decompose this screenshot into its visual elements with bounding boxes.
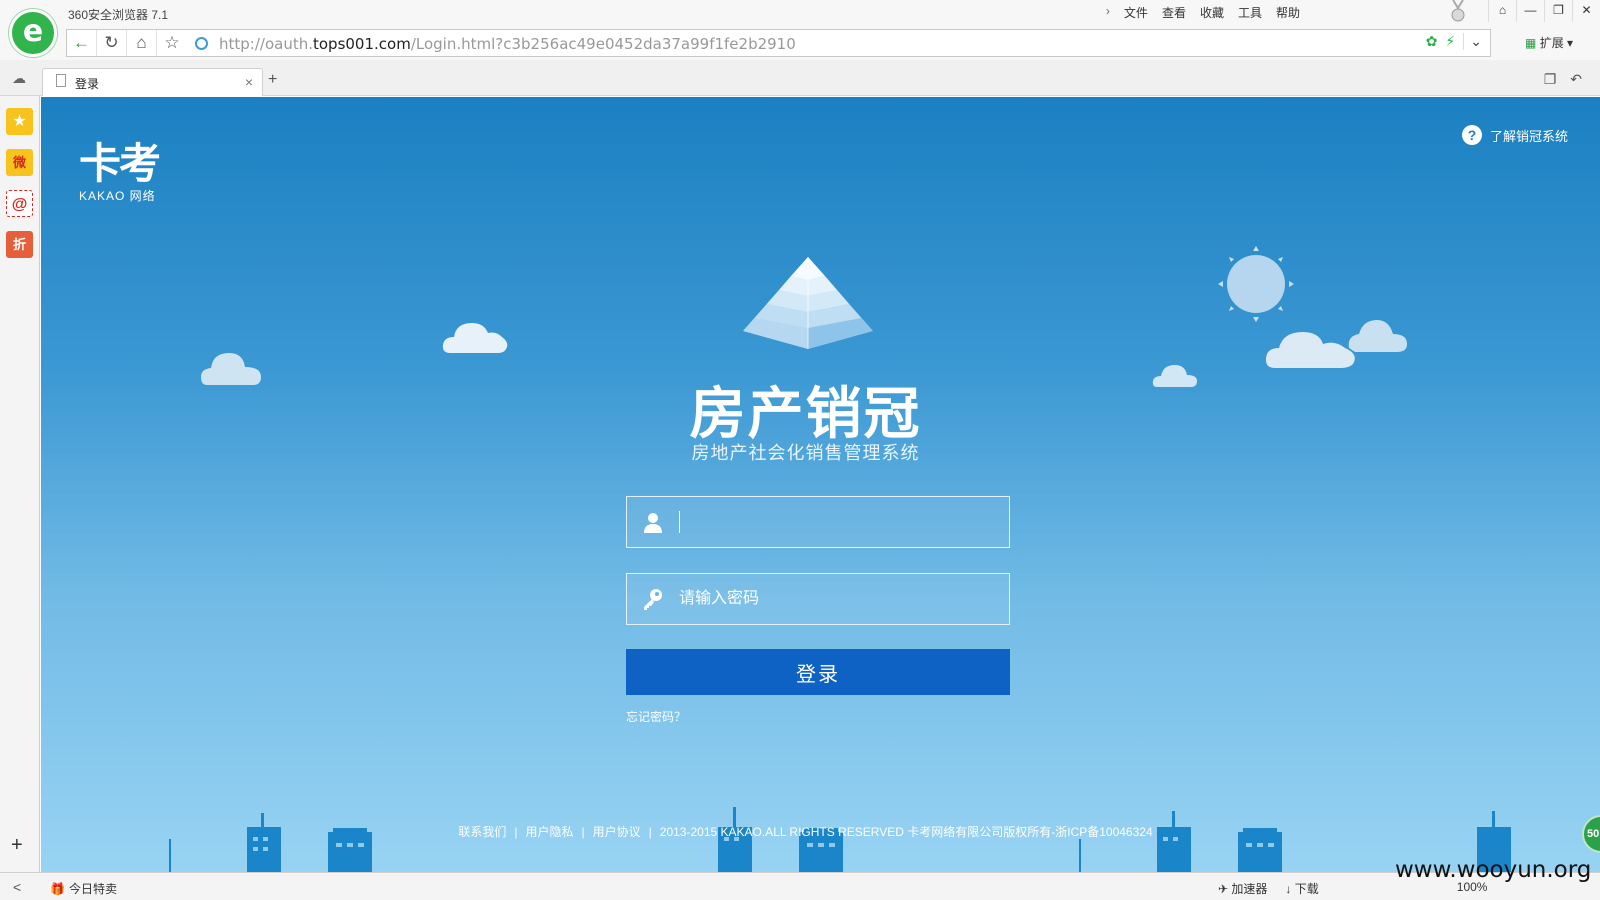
footer-link-privacy[interactable]: 用户隐私 (526, 825, 574, 839)
site-globe-icon (195, 37, 208, 50)
skin-button[interactable]: ⌂ (1488, 0, 1516, 22)
daily-deals-button[interactable]: 🎁 今日特卖 (50, 880, 117, 897)
new-tab-button[interactable]: + (268, 71, 277, 89)
bookmark-button[interactable]: ☆ (157, 30, 187, 56)
page-viewport: 卡考 KAKAO 网络 ? 了解销冠系统 房产销冠 房地产社会化销售管理系统 登… (41, 97, 1600, 872)
key-icon (644, 589, 662, 610)
sidebar-deals-icon[interactable]: 折 (6, 231, 33, 258)
login-button[interactable]: 登录 (626, 649, 1010, 695)
back-arrow-icon: ← (73, 33, 90, 52)
extensions-label: 扩展 (1539, 36, 1564, 50)
security-shield-icon[interactable]: ✿ (1426, 33, 1438, 50)
sidebar-add-icon[interactable]: + (11, 834, 23, 857)
address-bar-tools: ✿ ⚡ ⌄ (1426, 33, 1482, 50)
menu-item-favorites[interactable]: 收藏 (1200, 4, 1224, 21)
tab-list-icon[interactable]: ❐ (1544, 71, 1557, 88)
maximize-button[interactable]: ❐ (1544, 0, 1572, 22)
accelerator-button[interactable]: ✈ 加速器 (1218, 880, 1267, 897)
browser-logo-glyph: e (22, 14, 44, 49)
url-path: /Login.html?c3b256ac49e0452da37a99f1fe2b… (410, 35, 796, 53)
cloud-icon (442, 323, 508, 353)
tab-title: 登录 (75, 77, 100, 91)
app-name: 房产销冠 (689, 382, 922, 447)
app-subtitle: 房地产社会化销售管理系统 (691, 443, 920, 463)
address-bar[interactable]: ← ↻ ⌂ ☆ http://oauth.tops001.com/Login.h… (66, 29, 1491, 57)
address-dropdown-icon[interactable]: ⌄ (1463, 33, 1482, 50)
extensions-button[interactable]: ▦ 扩展 ▾ (1525, 34, 1573, 51)
menu-chevron-icon[interactable]: › (1106, 4, 1110, 21)
sun-icon (1218, 246, 1294, 322)
footer-link-contact[interactable]: 联系我们 (458, 825, 506, 839)
browser-titlebar: 360安全浏览器 7.1 › 文件 查看 收藏 工具 帮助 ⌂ — ❐ ✕ (0, 0, 1600, 26)
password-input[interactable] (679, 584, 989, 614)
menu-item-file[interactable]: 文件 (1124, 4, 1148, 21)
menu-item-help[interactable]: 帮助 (1276, 4, 1300, 21)
tab-strip-tools: ❐ ↶ (1544, 71, 1582, 88)
wooyun-watermark: www.wooyun.org (1395, 857, 1592, 883)
forgot-password-link[interactable]: 忘记密码？ (626, 708, 686, 725)
menu-item-view[interactable]: 查看 (1162, 4, 1186, 21)
home-button[interactable]: ⌂ (127, 30, 157, 56)
browser-logo-icon[interactable]: e (9, 9, 57, 57)
pyramid-logo-icon (743, 257, 873, 349)
browser-statusbar: < 🎁 今日特卖 ✈ 加速器 ↓ 下载 100% (0, 872, 1600, 900)
sidebar-favorites-icon[interactable]: ★ (6, 108, 33, 135)
page-document-icon (56, 74, 66, 87)
download-label: 下载 (1294, 882, 1319, 896)
browser-menu: › 文件 查看 收藏 工具 帮助 (1106, 4, 1300, 21)
minimize-button[interactable]: — (1516, 0, 1544, 22)
url-prefix: http://oauth. (219, 35, 313, 53)
close-window-button[interactable]: ✕ (1572, 0, 1600, 22)
tab-login[interactable]: 登录 × (42, 68, 263, 96)
extensions-grid-icon: ▦ (1525, 36, 1537, 50)
sidebar-mail-icon[interactable]: @ (6, 190, 33, 217)
home-icon: ⌂ (136, 33, 147, 52)
about-system-label: 了解销冠系统 (1489, 128, 1568, 144)
sidebar-weibo-icon[interactable]: 微 (6, 149, 33, 176)
browser-sidebar: ★ 微 @ 折 + (0, 96, 40, 872)
page-footer: 联系我们 | 用户隐私 | 用户协议 | 2013-2015 KAKAO.ALL RIGHT… (458, 825, 1153, 839)
tab-strip: ☁ 登录 × + ❐ ↶ (0, 60, 1600, 96)
close-tab-icon[interactable]: × (245, 74, 253, 90)
password-field[interactable] (626, 573, 1010, 625)
username-input[interactable] (679, 507, 989, 537)
download-button[interactable]: ↓ 下载 (1285, 880, 1318, 897)
kakao-logo[interactable]: 卡考 KAKAO 网络 (79, 139, 161, 204)
daily-deals-label: 今日特卖 (68, 882, 117, 896)
footer-copyright: 2013-2015 KAKAO.ALL RIGHTS RESERVED 卡考网络… (659, 825, 1153, 839)
browser-app-title: 360安全浏览器 7.1 (68, 8, 169, 22)
cloud-sync-icon[interactable]: ☁ (12, 70, 26, 87)
window-controls: ⌂ — ❐ ✕ (1488, 0, 1600, 22)
medal-icon[interactable] (1449, 0, 1467, 24)
kakao-logo-text: KAKAO 网络 (79, 189, 156, 203)
url-domain: tops001.com (312, 35, 411, 53)
help-question-icon: ? (1461, 125, 1482, 145)
refresh-button[interactable]: ↻ (97, 30, 127, 56)
refresh-icon: ↻ (104, 33, 119, 52)
statusbar-collapse-button[interactable]: < (13, 879, 21, 895)
user-icon (644, 513, 662, 533)
undo-close-tab-icon[interactable]: ↶ (1570, 71, 1582, 88)
about-system-link[interactable]: ? 了解销冠系统 (1461, 125, 1568, 145)
url-text[interactable]: http://oauth.tops001.com/Login.html?c3b2… (219, 35, 796, 53)
footer-link-agreement[interactable]: 用户协议 (593, 825, 641, 839)
kakao-logo-mark: 卡考 (79, 139, 161, 188)
address-bar-row: ← ↻ ⌂ ☆ http://oauth.tops001.com/Login.h… (0, 26, 1600, 60)
username-field[interactable] (626, 496, 1010, 548)
star-icon: ☆ (164, 33, 180, 52)
accelerator-label: 加速器 (1231, 882, 1268, 896)
speed-bolt-icon[interactable]: ⚡ (1445, 33, 1455, 50)
gift-icon: 🎁 (50, 882, 65, 896)
menu-item-tools[interactable]: 工具 (1238, 4, 1262, 21)
back-button[interactable]: ← (67, 30, 97, 56)
